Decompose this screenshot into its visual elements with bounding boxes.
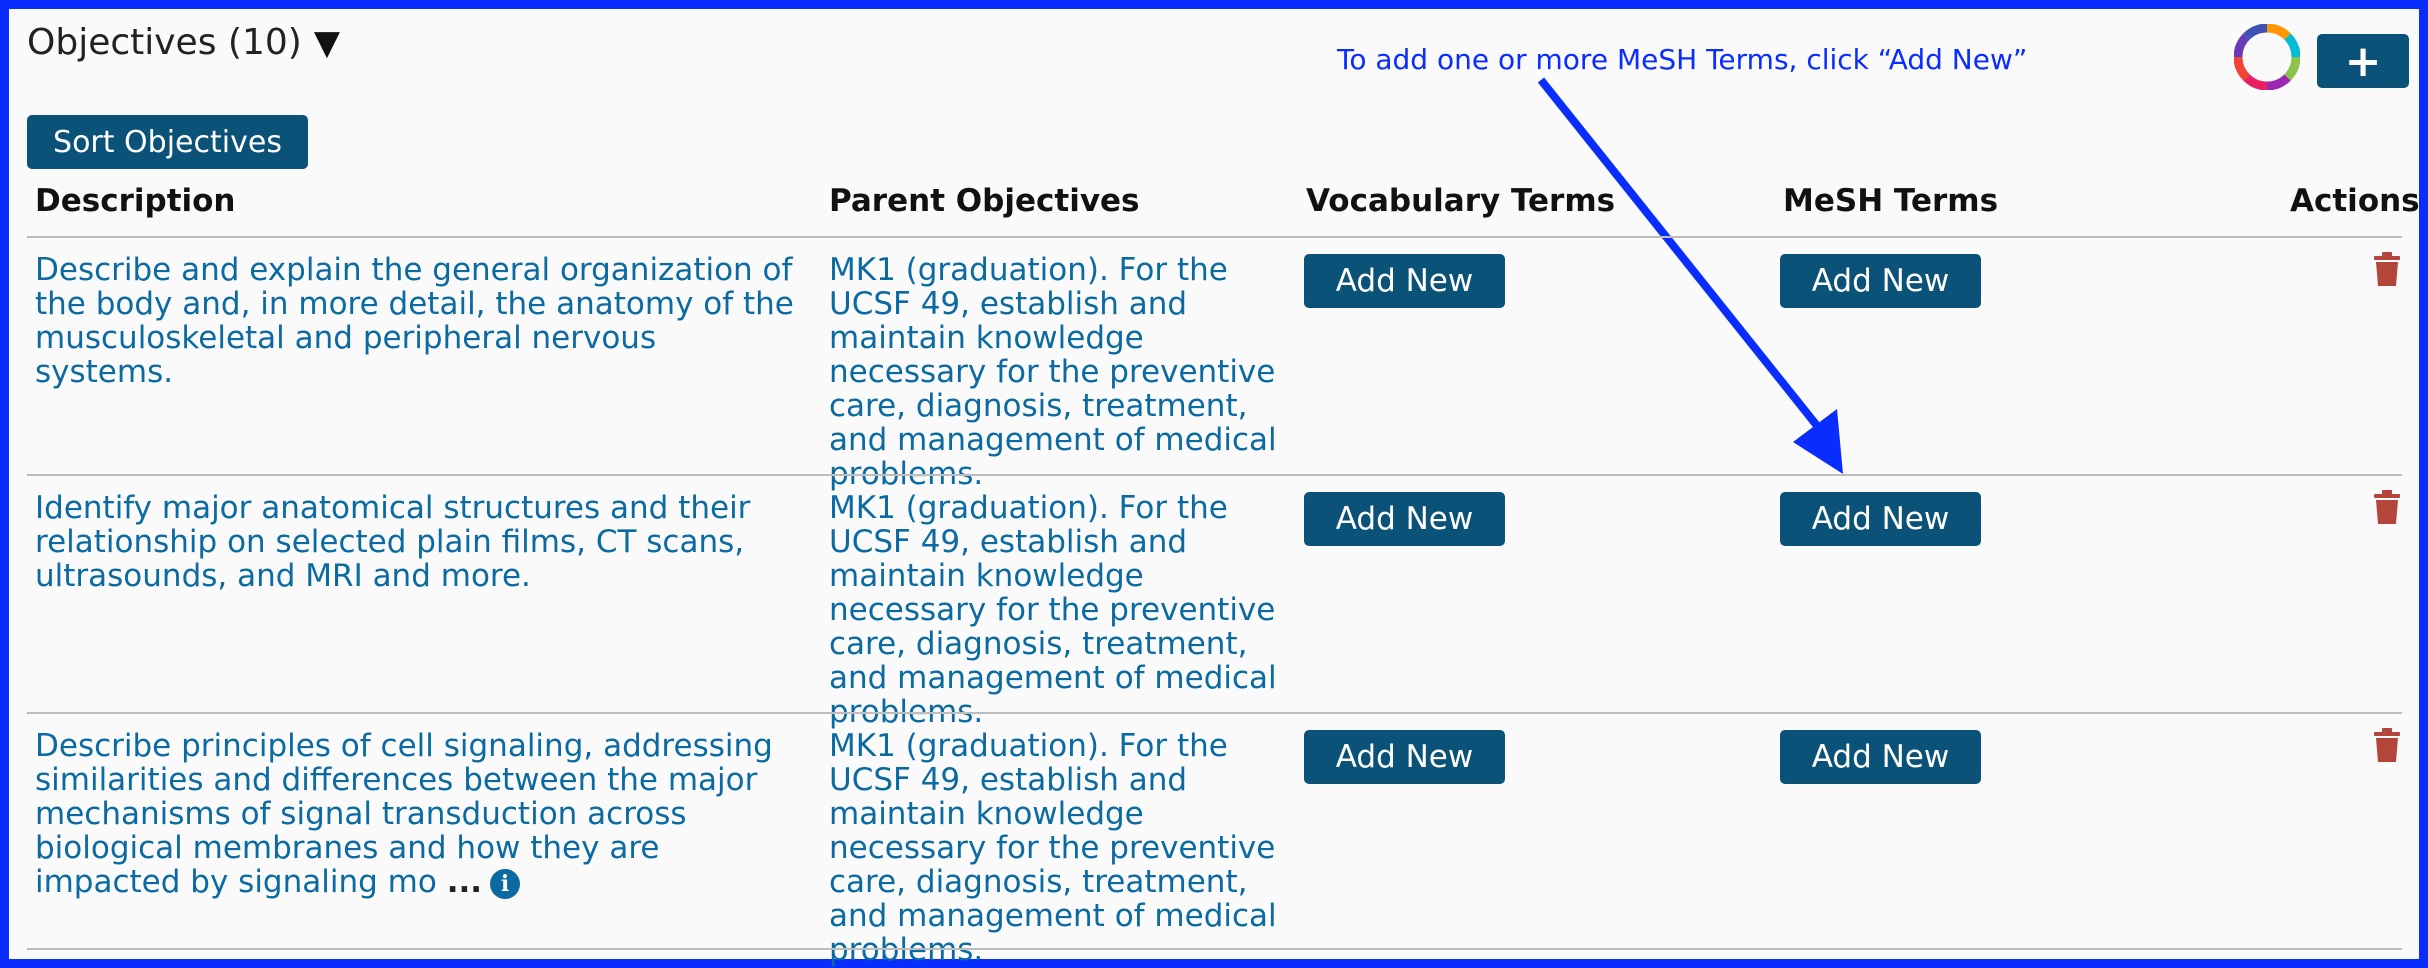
column-header-vocabulary-terms[interactable]: Vocabulary Terms: [1306, 183, 1615, 219]
header-divider: [27, 236, 2402, 238]
row-divider: [27, 474, 2402, 476]
color-ring-icon: [2234, 24, 2300, 90]
collapse-caret-icon[interactable]: ▼: [314, 23, 340, 63]
vocabulary-add-new-button[interactable]: Add New: [1304, 492, 1505, 546]
info-icon[interactable]: i: [490, 868, 521, 899]
trash-icon[interactable]: [2372, 728, 2402, 764]
add-objective-button[interactable]: +: [2317, 34, 2409, 88]
mesh-add-new-button[interactable]: Add New: [1780, 254, 1981, 308]
parent-objective[interactable]: MK1 (graduation). For the UCSF 49, estab…: [829, 491, 1299, 729]
objective-description: Describe principles of cell signaling, a…: [35, 728, 773, 900]
sort-objectives-button[interactable]: Sort Objectives: [27, 115, 308, 169]
ellipsis: ...: [446, 864, 483, 900]
trash-icon[interactable]: [2372, 252, 2402, 288]
vocabulary-add-new-button[interactable]: Add New: [1304, 254, 1505, 308]
column-header-description[interactable]: Description: [35, 183, 236, 219]
objective-description-truncated[interactable]: Describe principles of cell signaling, a…: [35, 729, 795, 899]
objectives-header[interactable]: Objectives (10) ▼: [27, 22, 340, 63]
row-divider: [27, 712, 2402, 714]
column-header-mesh-terms[interactable]: MeSH Terms: [1783, 183, 1998, 219]
parent-objective[interactable]: MK1 (graduation). For the UCSF 49, estab…: [829, 729, 1299, 967]
parent-objective[interactable]: MK1 (graduation). For the UCSF 49, estab…: [829, 253, 1299, 491]
vocabulary-add-new-button[interactable]: Add New: [1304, 730, 1505, 784]
trash-icon[interactable]: [2372, 490, 2402, 526]
mesh-add-new-button[interactable]: Add New: [1780, 730, 1981, 784]
column-header-actions: Actions: [2290, 183, 2420, 219]
objective-description[interactable]: Identify major anatomical structures and…: [35, 491, 795, 593]
column-header-parent-objectives[interactable]: Parent Objectives: [829, 183, 1140, 219]
row-divider: [27, 948, 2402, 950]
mesh-add-new-button[interactable]: Add New: [1780, 492, 1981, 546]
annotation-callout: To add one or more MeSH Terms, click “Ad…: [1337, 43, 2028, 76]
objective-description[interactable]: Describe and explain the general organiz…: [35, 253, 795, 389]
objectives-title: Objectives (10): [27, 22, 302, 63]
